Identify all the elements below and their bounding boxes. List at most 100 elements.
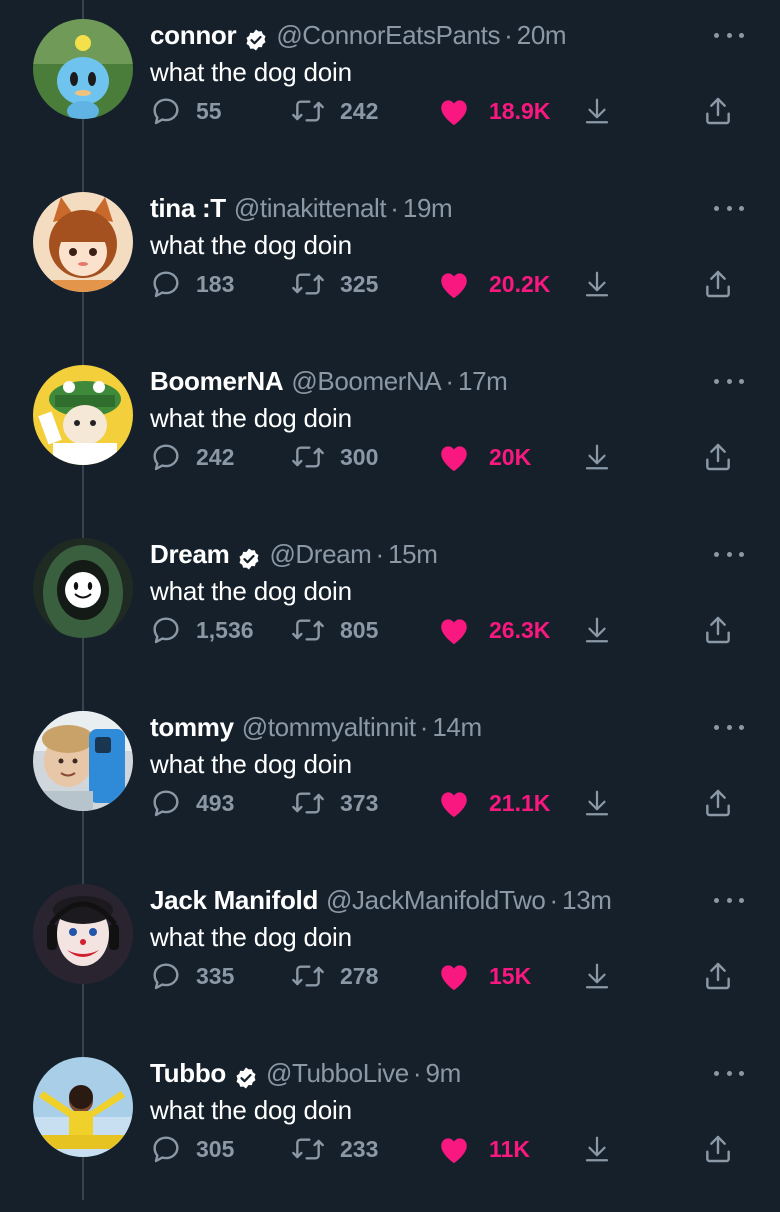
tweet[interactable]: Jack Manifold @JackManifoldTwo · 13m wha…	[0, 866, 780, 1039]
download-button[interactable]	[582, 954, 612, 998]
verified-badge-icon	[237, 542, 261, 570]
share-button[interactable]	[702, 781, 734, 825]
tweet[interactable]: connor @ConnorEatsPants · 20m what the d…	[0, 1, 780, 174]
share-button[interactable]	[702, 1127, 734, 1171]
share-button[interactable]	[702, 435, 734, 479]
more-dots-icon[interactable]	[714, 375, 744, 387]
reply-button[interactable]: 493	[150, 781, 234, 825]
tweet[interactable]: tommy @tommyaltinnit · 14m what the dog …	[0, 693, 780, 866]
more-dots-icon[interactable]	[714, 894, 744, 906]
tweet-header: Tubbo @TubboLive · 9m	[150, 1053, 670, 1093]
reply-button[interactable]: 1,536	[150, 608, 254, 652]
like-button[interactable]: 20K	[437, 435, 531, 479]
reply-button[interactable]: 242	[150, 435, 234, 479]
retweet-icon	[290, 441, 326, 473]
like-button[interactable]: 11K	[437, 1127, 530, 1171]
display-name[interactable]: tina :T	[150, 188, 226, 228]
retweet-count: 278	[340, 962, 379, 989]
tweet-header: tommy @tommyaltinnit · 14m	[150, 707, 670, 747]
like-button[interactable]: 15K	[437, 954, 531, 998]
separator-dot: ·	[375, 539, 385, 569]
like-button[interactable]: 21.1K	[437, 781, 550, 825]
separator-dot: ·	[504, 20, 513, 50]
download-icon	[582, 268, 612, 300]
download-button[interactable]	[582, 262, 612, 306]
retweet-button[interactable]: 233	[290, 1127, 378, 1171]
heart-icon	[437, 268, 471, 300]
reply-button[interactable]: 55	[150, 89, 222, 133]
retweet-button[interactable]: 278	[290, 954, 378, 998]
tweet[interactable]: Dream @Dream · 15m what the dog doin 1,5…	[0, 520, 780, 693]
like-button[interactable]: 26.3K	[437, 608, 550, 652]
timestamp[interactable]: 17m	[458, 361, 508, 401]
more-dots-icon[interactable]	[714, 29, 744, 41]
download-button[interactable]	[582, 781, 612, 825]
share-icon	[702, 267, 734, 301]
tweet-header: connor @ConnorEatsPants · 20m	[150, 15, 670, 55]
more-dots-icon[interactable]	[714, 202, 744, 214]
timestamp[interactable]: 19m	[403, 188, 453, 228]
user-handle[interactable]: @TubboLive	[266, 1053, 409, 1093]
reply-button[interactable]: 335	[150, 954, 234, 998]
heart-icon	[437, 1133, 471, 1165]
share-button[interactable]	[702, 89, 734, 133]
more-dots-icon[interactable]	[714, 548, 744, 560]
share-button[interactable]	[702, 608, 734, 652]
like-count: 26.3K	[489, 616, 551, 643]
display-name[interactable]: Jack Manifold	[150, 880, 318, 920]
user-handle[interactable]: @tinakittenalt	[234, 188, 387, 228]
user-handle[interactable]: @tommyaltinnit	[242, 707, 416, 747]
reply-icon	[150, 960, 182, 992]
tweet[interactable]: BoomerNA @BoomerNA · 17m what the dog do…	[0, 347, 780, 520]
like-button[interactable]: 18.9K	[437, 89, 550, 133]
download-button[interactable]	[582, 435, 612, 479]
display-name[interactable]: connor	[150, 15, 237, 55]
heart-icon	[437, 441, 471, 473]
like-count: 11K	[489, 1135, 530, 1162]
download-button[interactable]	[582, 89, 612, 133]
retweet-button[interactable]: 805	[290, 608, 378, 652]
tweet[interactable]: tina :T @tinakittenalt · 19m what the do…	[0, 174, 780, 347]
more-dots-icon[interactable]	[714, 1067, 744, 1079]
reply-count: 242	[196, 443, 235, 470]
tweet-header: tina :T @tinakittenalt · 19m	[150, 188, 670, 228]
retweet-icon	[290, 95, 326, 127]
display-name[interactable]: tommy	[150, 707, 234, 747]
share-button[interactable]	[702, 954, 734, 998]
timestamp[interactable]: 20m	[517, 15, 567, 55]
reply-icon	[150, 787, 182, 819]
timestamp[interactable]: 9m	[426, 1053, 462, 1093]
download-button[interactable]	[582, 608, 612, 652]
heart-icon	[437, 787, 471, 819]
user-handle[interactable]: @ConnorEatsPants	[276, 15, 500, 55]
download-button[interactable]	[582, 1127, 612, 1171]
reply-icon	[150, 441, 182, 473]
tweet-header: Jack Manifold @JackManifoldTwo · 13m	[150, 880, 670, 920]
timestamp[interactable]: 15m	[388, 534, 438, 574]
display-name[interactable]: Tubbo	[150, 1053, 226, 1093]
share-button[interactable]	[702, 262, 734, 306]
reply-count: 305	[196, 1135, 235, 1162]
display-name[interactable]: BoomerNA	[150, 361, 284, 401]
user-handle[interactable]: @Dream	[269, 534, 371, 574]
retweet-button[interactable]: 242	[290, 89, 378, 133]
display-name[interactable]: Dream	[150, 534, 230, 574]
reply-button[interactable]: 305	[150, 1127, 234, 1171]
heart-icon	[437, 614, 471, 646]
retweet-button[interactable]: 325	[290, 262, 378, 306]
reply-button[interactable]: 183	[150, 262, 234, 306]
reply-count: 1,536	[196, 616, 254, 643]
like-button[interactable]: 20.2K	[437, 262, 550, 306]
retweet-button[interactable]: 300	[290, 435, 378, 479]
tweet[interactable]: Tubbo @TubboLive · 9m what the dog doin …	[0, 1039, 780, 1212]
user-handle[interactable]: @BoomerNA	[291, 361, 441, 401]
user-handle[interactable]: @JackManifoldTwo	[326, 880, 546, 920]
more-dots-icon[interactable]	[714, 721, 744, 733]
retweet-count: 300	[340, 443, 379, 470]
reply-count: 335	[196, 962, 235, 989]
retweet-count: 805	[340, 616, 379, 643]
tweet-text: what the dog doin	[150, 922, 352, 952]
timestamp[interactable]: 13m	[562, 880, 612, 920]
timestamp[interactable]: 14m	[432, 707, 482, 747]
retweet-button[interactable]: 373	[290, 781, 378, 825]
